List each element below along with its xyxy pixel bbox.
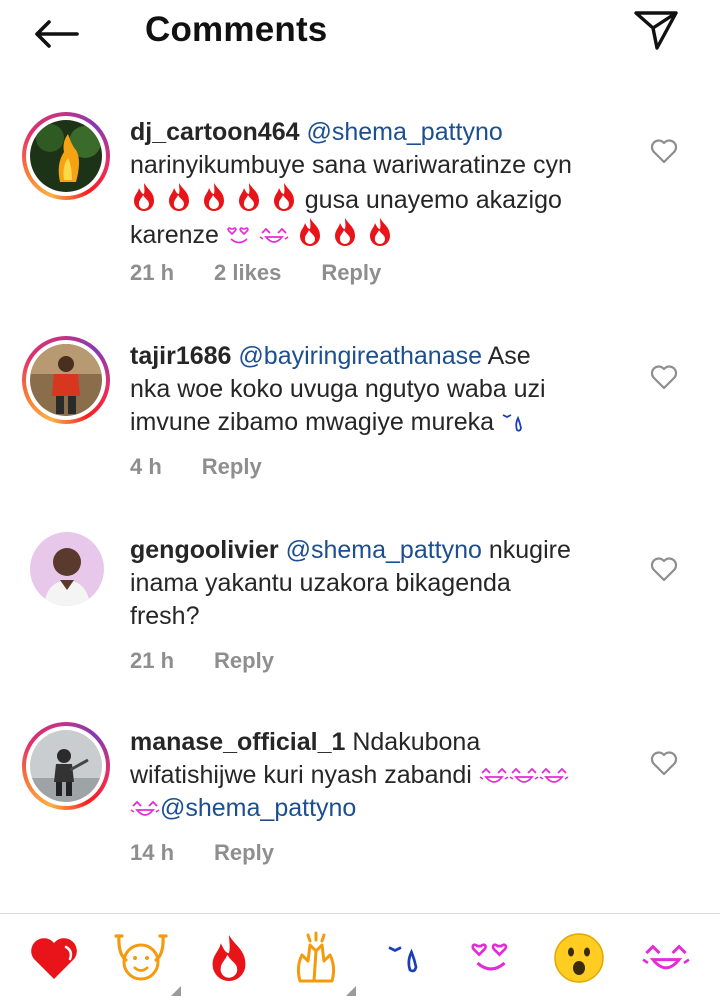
comment-mention[interactable]: @bayiringireathanase — [238, 342, 482, 370]
laughing-face-icon — [259, 227, 289, 243]
comment-meta: 21 h Reply — [130, 648, 314, 674]
fire-icon — [134, 183, 154, 211]
header: Comments — [0, 0, 720, 64]
heart-outline-icon[interactable] — [650, 750, 678, 776]
back-button[interactable] — [30, 12, 82, 56]
laughing-face-icon — [509, 767, 539, 783]
comment-text: fresh? — [130, 602, 200, 630]
comment-mention[interactable]: @shema_pattyno — [306, 118, 502, 146]
comment-time: 21 h — [130, 648, 175, 673]
heart-eyes-icon — [227, 227, 249, 244]
crying-face-reaction[interactable] — [372, 926, 436, 990]
comment-mention[interactable]: @shema_pattyno — [160, 794, 356, 822]
avatar[interactable] — [22, 336, 110, 424]
fire-icon — [203, 183, 224, 211]
clapping-hands-reaction[interactable] — [284, 926, 357, 996]
page-title: Comments — [145, 10, 328, 49]
crying-face-icon — [388, 945, 418, 972]
comment-text: nka woe koko uvuga ngutyo waba uzi — [130, 375, 546, 403]
fire-icon — [299, 218, 320, 246]
arrow-left-icon — [35, 20, 79, 48]
comment-text: Ndakubona — [345, 728, 481, 756]
comment-username[interactable]: dj_cartoon464 — [130, 118, 300, 146]
reply-button[interactable]: Reply — [214, 840, 274, 866]
fire-icon — [238, 183, 259, 211]
share-button[interactable] — [630, 8, 682, 52]
heart-outline-icon[interactable] — [650, 556, 678, 582]
fire-icon — [212, 934, 246, 981]
fire-icon — [334, 218, 355, 246]
avatar[interactable] — [22, 112, 110, 200]
comment-username[interactable]: manase_official_1 — [130, 728, 345, 756]
comment-time: 14 h — [130, 840, 175, 865]
crying-face-icon — [502, 414, 522, 432]
paper-plane-icon — [634, 11, 678, 50]
comment-text: inama yakantu uzakora bikagenda — [130, 569, 511, 597]
laughing-face-icon — [130, 800, 160, 816]
comment-mention[interactable]: @shema_pattyno — [286, 536, 482, 564]
heart-reaction[interactable] — [22, 926, 86, 990]
comment-meta: 4 h Reply — [130, 454, 302, 480]
raising-hands-reaction[interactable] — [109, 926, 182, 996]
heart-outline-icon[interactable] — [650, 138, 678, 164]
clapping-hands-icon — [297, 931, 336, 982]
reply-button[interactable]: Reply — [214, 648, 274, 674]
heart-eyes-icon — [471, 942, 508, 971]
tears-of-joy-icon — [642, 943, 690, 969]
tears-of-joy-reaction[interactable] — [634, 926, 698, 990]
avatar[interactable] — [22, 722, 110, 810]
raising-hands-icon — [114, 933, 168, 980]
emoji-reaction-bar — [0, 914, 720, 1001]
heart-eyes-reaction[interactable] — [459, 926, 523, 990]
comment-meta: 14 h Reply — [130, 840, 314, 866]
surprised-face-icon — [554, 932, 604, 983]
fire-icon — [168, 183, 189, 211]
fire-emoji-row — [130, 183, 305, 214]
comment-likes[interactable]: 2 likes — [214, 260, 281, 286]
comment-meta: 21 h 2 likes Reply — [130, 260, 421, 286]
fire-icon — [369, 218, 390, 246]
heart-outline-icon[interactable] — [650, 364, 678, 390]
comment-text: gusa unayemo akazigo — [304, 186, 562, 214]
comment-text: narinyikumbuye sana wariwaratinze cyn — [130, 151, 572, 179]
comment-text: wifatishijwe kuri nyash zabandi — [130, 761, 472, 789]
comment-text: Ase — [482, 342, 531, 370]
reply-button[interactable]: Reply — [202, 454, 262, 480]
reply-button[interactable]: Reply — [321, 260, 381, 286]
fire-icon — [273, 183, 294, 211]
laughing-face-icon — [539, 767, 569, 783]
comment-text: imvune zibamo mwagiye mureka — [130, 408, 495, 436]
comment-time: 4 h — [130, 454, 162, 479]
comment-username[interactable]: tajir1686 — [130, 342, 231, 370]
comment-text: nkugire — [481, 536, 571, 564]
red-heart-icon — [30, 937, 77, 979]
laughing-face-icon — [479, 767, 509, 783]
fire-reaction[interactable] — [197, 926, 261, 990]
comment-text: karenze — [130, 221, 219, 249]
avatar[interactable] — [30, 532, 104, 606]
comment-time: 21 h — [130, 260, 175, 285]
comment-username[interactable]: gengoolivier — [130, 536, 279, 564]
surprised-face-reaction[interactable] — [547, 926, 611, 990]
